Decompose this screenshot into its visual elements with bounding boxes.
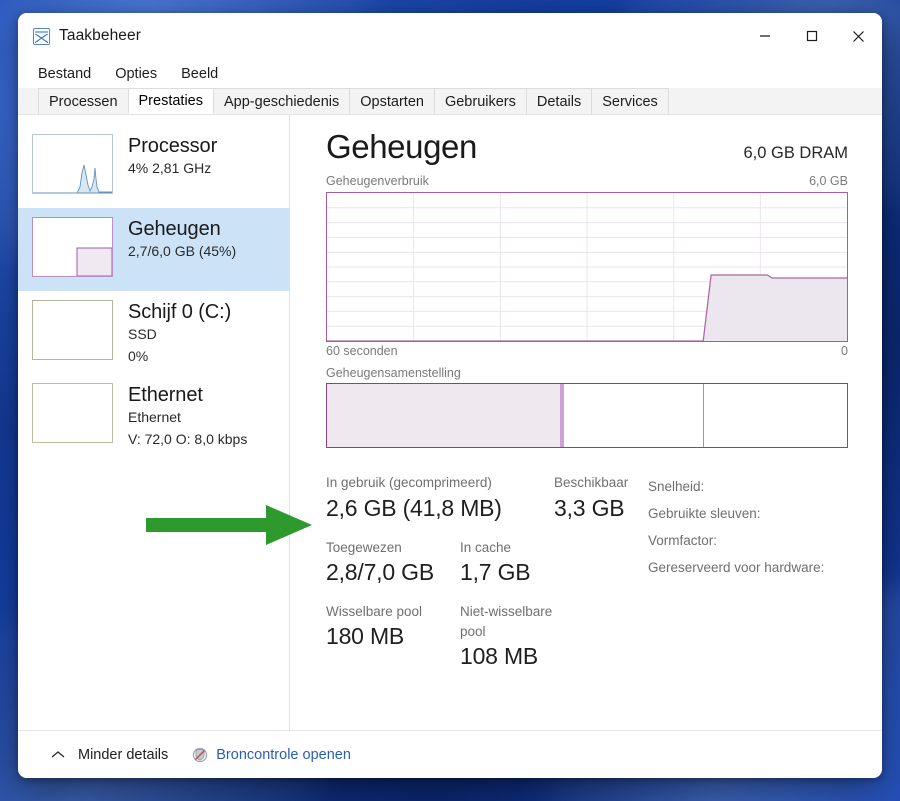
- sidebar-item-detail-2: V: 72,0 O: 8,0 kbps: [128, 431, 248, 448]
- sidebar-text: Schijf 0 (C:) SSD 0%: [128, 300, 231, 367]
- tab-details[interactable]: Details: [525, 88, 593, 114]
- graph-axis-right: 0: [841, 344, 848, 359]
- content-area: Processor 4% 2,81 GHz Geheugen 2,7/6,0 G…: [18, 115, 882, 730]
- footer-bar: Minder details Broncontrole openen: [18, 730, 882, 778]
- memory-usage-plot: [327, 193, 847, 342]
- graph-caption: Geheugenverbruik: [326, 174, 429, 189]
- minimize-button[interactable]: [741, 13, 788, 59]
- graph-axis-left: 60 seconden: [326, 344, 398, 359]
- sidebar-text: Ethernet Ethernet V: 72,0 O: 8,0 kbps: [128, 383, 247, 450]
- stat-in-use-value: 2,6 GB (41,8 MB): [326, 494, 502, 521]
- sidebar-item-label: Ethernet: [128, 384, 203, 406]
- memory-usage-graph: [326, 192, 848, 343]
- total-dram-label: 6,0 GB DRAM: [743, 144, 848, 162]
- sidebar-item-ethernet[interactable]: Ethernet Ethernet V: 72,0 O: 8,0 kbps: [18, 374, 289, 457]
- tab-opstarten[interactable]: Opstarten: [349, 88, 435, 114]
- tab-processen[interactable]: Processen: [38, 88, 129, 114]
- stat-cached-label: In cache: [460, 539, 512, 555]
- sidebar-item-detail: SSD: [128, 326, 157, 343]
- stat-nonpaged-pool: Niet-wisselbare pool 108 MB: [460, 602, 554, 671]
- tabstrip: Processen Prestaties App-geschiedenis Op…: [18, 88, 882, 115]
- stat-speed-label: Snelheid:: [648, 479, 705, 495]
- fewer-details-button[interactable]: Minder details: [78, 747, 168, 763]
- stat-paged-pool: Wisselbare pool 180 MB: [326, 602, 460, 671]
- resource-list: Processor 4% 2,81 GHz Geheugen 2,7/6,0 G…: [18, 115, 290, 730]
- stat-formfactor-label: Vormfactor:: [648, 533, 718, 549]
- tab-gebruikers[interactable]: Gebruikers: [433, 88, 527, 114]
- sidebar-item-detail: 2,7/6,0 GB (45%): [128, 243, 237, 260]
- menu-item-options[interactable]: Opties: [115, 66, 157, 82]
- sidebar-item-detail: 4% 2,81 GHz: [128, 160, 212, 177]
- sidebar-item-label: Geheugen: [128, 218, 221, 240]
- stats-row-pools: Wisselbare pool 180 MB Niet-wisselbare p…: [326, 602, 554, 671]
- stat-available-value: 3,3 GB: [554, 494, 625, 521]
- sidebar-text: Geheugen 2,7/6,0 GB (45%): [128, 217, 236, 262]
- stat-nonpaged-pool-label: Niet-wisselbare pool: [460, 603, 553, 640]
- stat-nonpaged-pool-value: 108 MB: [460, 643, 539, 670]
- open-resource-monitor-link[interactable]: Broncontrole openen: [216, 747, 351, 763]
- menu-item-view[interactable]: Beeld: [181, 66, 218, 82]
- close-icon: [853, 30, 864, 42]
- stat-committed-value: 2,8/7,0 GB: [326, 558, 434, 585]
- sidebar-item-label: Schijf 0 (C:): [128, 301, 232, 323]
- stats-column-middle: Beschikbaar 3,3 GB: [554, 473, 646, 670]
- sidebar-text: Processor 4% 2,81 GHz: [128, 134, 217, 179]
- close-button[interactable]: [835, 13, 882, 59]
- stat-slots-label: Gebruikte sleuven:: [648, 506, 761, 522]
- menubar: Bestand Opties Beeld: [18, 59, 882, 88]
- panel-header: Geheugen 6,0 GB DRAM: [326, 128, 848, 165]
- stat-paged-pool-value: 180 MB: [326, 623, 405, 650]
- page-title: Geheugen: [326, 128, 477, 165]
- disk-thumbnail-graph: [32, 300, 113, 360]
- stats-column-right: Snelheid: Gebruikte sleuven: Vormfactor:…: [646, 473, 848, 670]
- graph-caption-row: Geheugenverbruik 6,0 GB: [326, 174, 848, 188]
- window-title: Taakbeheer: [59, 27, 142, 44]
- sidebar-item-schijf[interactable]: Schijf 0 (C:) SSD 0%: [18, 291, 289, 374]
- tab-prestaties[interactable]: Prestaties: [127, 88, 214, 114]
- ethernet-thumbnail-graph: [32, 383, 113, 443]
- tab-app-geschiedenis[interactable]: App-geschiedenis: [213, 88, 351, 114]
- stat-cached-value: 1,7 GB: [460, 558, 531, 585]
- stat-hardware-reserved-label: Gereserveerd voor hardware:: [648, 560, 825, 576]
- stat-committed-label: Toegewezen: [326, 539, 402, 555]
- memory-detail-panel: Geheugen 6,0 GB DRAM Geheugenverbruik 6,…: [290, 115, 882, 730]
- memory-thumbnail-graph: [32, 217, 113, 277]
- stats-column-left: In gebruik (gecomprimeerd) 2,6 GB (41,8 …: [326, 473, 554, 670]
- stat-in-use: In gebruik (gecomprimeerd) 2,6 GB (41,8 …: [326, 473, 554, 521]
- stat-available-label: Beschikbaar: [554, 475, 629, 491]
- tab-services[interactable]: Services: [591, 88, 669, 114]
- sidebar-item-processor[interactable]: Processor 4% 2,81 GHz: [18, 125, 289, 208]
- cpu-thumbnail-graph: [32, 134, 113, 194]
- graph-max-label: 6,0 GB: [809, 174, 848, 189]
- composition-label: Geheugensamenstelling: [326, 366, 461, 381]
- maximize-button[interactable]: [788, 13, 835, 59]
- minimize-icon: [759, 35, 770, 37]
- task-manager-window: Taakbeheer Bestand Opties Beeld Processe…: [18, 13, 882, 778]
- caption-buttons: [741, 13, 882, 59]
- stat-cached: In cache 1,7 GB: [460, 538, 531, 586]
- stat-paged-pool-label: Wisselbare pool: [326, 603, 423, 619]
- memory-composition-bar[interactable]: [326, 383, 848, 449]
- graph-axis-row: 60 seconden 0: [326, 344, 848, 358]
- sidebar-item-detail: Ethernet: [128, 409, 181, 426]
- task-manager-icon: [33, 27, 50, 45]
- titlebar: Taakbeheer: [18, 13, 882, 59]
- sidebar-item-detail-2: 0%: [128, 348, 149, 365]
- menu-item-file[interactable]: Bestand: [38, 66, 91, 82]
- composition-segment-in-use: [327, 384, 564, 448]
- sidebar-item-geheugen[interactable]: Geheugen 2,7/6,0 GB (45%): [18, 208, 289, 291]
- sidebar-item-label: Processor: [128, 135, 218, 157]
- composition-segment-standby: [564, 384, 704, 448]
- memory-stats: In gebruik (gecomprimeerd) 2,6 GB (41,8 …: [326, 473, 848, 670]
- chevron-up-icon[interactable]: [48, 750, 68, 760]
- resource-monitor-shield-icon: [192, 747, 208, 763]
- stats-row-committed-cached: Toegewezen 2,8/7,0 GB In cache 1,7 GB: [326, 538, 554, 586]
- stat-in-use-label: In gebruik (gecomprimeerd): [326, 475, 492, 491]
- stat-committed: Toegewezen 2,8/7,0 GB: [326, 538, 460, 586]
- maximize-icon: [806, 30, 817, 42]
- stat-available: Beschikbaar 3,3 GB: [554, 473, 646, 521]
- composition-segment-free: [704, 384, 847, 447]
